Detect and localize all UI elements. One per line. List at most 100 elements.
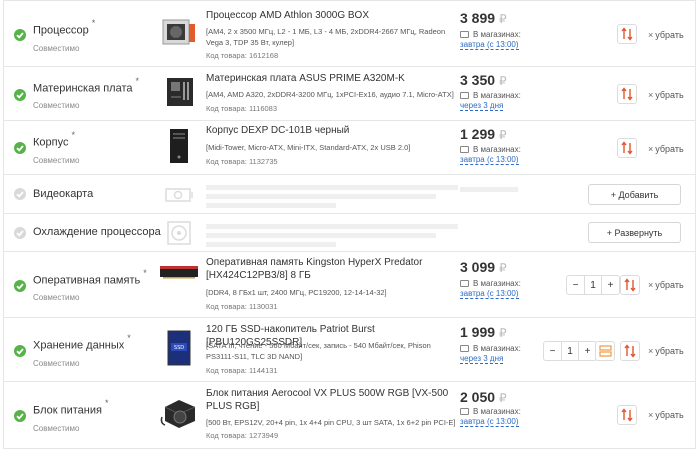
remove-button[interactable]: × убрать bbox=[648, 144, 684, 154]
availability-link[interactable]: через 3 дня bbox=[460, 354, 504, 364]
check-icon bbox=[14, 188, 26, 200]
component-row-cpu: Процессор* Совместимо Процессор AMD Athl… bbox=[3, 0, 696, 67]
remove-button[interactable]: × убрать bbox=[648, 90, 684, 100]
product-code: Код товара: 1130031 bbox=[206, 302, 278, 311]
ssd-icon[interactable]: SSD bbox=[158, 329, 200, 367]
price: 3 350 ₽ bbox=[460, 72, 507, 88]
price: 2 050 ₽ bbox=[460, 389, 507, 405]
increase-button[interactable]: + bbox=[579, 342, 596, 360]
product-name[interactable]: Блок питания Aerocool VX PLUS 500W RGB [… bbox=[206, 387, 458, 413]
product-spec: [Midi-Tower, Micro-ATX, Mini-ITX, Standa… bbox=[206, 143, 411, 152]
psu-icon[interactable] bbox=[158, 394, 200, 432]
store-availability: В магазинах: через 3 дня bbox=[460, 344, 521, 364]
close-icon: × bbox=[648, 280, 654, 290]
storage-toggle-icon bbox=[598, 345, 612, 357]
close-icon: × bbox=[648, 410, 654, 420]
swap-button[interactable] bbox=[620, 275, 640, 295]
category-label: Оперативная память* bbox=[33, 268, 147, 287]
availability-link[interactable]: завтра (с 13:00) bbox=[460, 155, 519, 165]
check-icon bbox=[14, 410, 26, 422]
close-icon: × bbox=[648, 144, 654, 154]
category-label: Корпус* bbox=[33, 130, 75, 149]
cpu-box-icon[interactable] bbox=[158, 13, 200, 51]
add-button[interactable]: + Добавить bbox=[588, 184, 681, 205]
product-spec: [SATA III, чтение - 560 Мбайт/сек, запис… bbox=[206, 341, 431, 361]
svg-text:SSD: SSD bbox=[174, 345, 184, 351]
placeholder-line bbox=[206, 224, 458, 229]
swap-arrows-icon bbox=[621, 27, 633, 41]
component-row-gpu: Видеокарта + Добавить bbox=[3, 175, 696, 214]
component-row-ram: Оперативная память* Совместимо Оперативн… bbox=[3, 252, 696, 318]
swap-button[interactable] bbox=[617, 138, 637, 158]
compat-status: Совместимо bbox=[33, 424, 80, 433]
component-row-psu: Блок питания* Совместимо Блок питания Ae… bbox=[3, 382, 696, 449]
category-label: Блок питания* bbox=[33, 398, 109, 417]
product-code: Код товара: 1144131 bbox=[206, 366, 278, 375]
remove-button[interactable]: × убрать bbox=[648, 346, 684, 356]
component-row-cooler: Охлаждение процессора + Развернуть bbox=[3, 214, 696, 252]
product-name[interactable]: Корпус DEXP DC-101B черный bbox=[206, 124, 458, 137]
storage-toggle-button[interactable] bbox=[595, 341, 615, 361]
product-name[interactable]: Материнская плата ASUS PRIME A320M-K bbox=[206, 72, 458, 85]
store-icon bbox=[460, 146, 469, 153]
price: 1 299 ₽ bbox=[460, 126, 507, 142]
compat-status: Совместимо bbox=[33, 156, 80, 165]
store-availability: В магазинах: через 3 дня bbox=[460, 91, 521, 111]
store-icon bbox=[460, 345, 469, 352]
availability-link[interactable]: через 3 дня bbox=[460, 101, 504, 111]
swap-arrows-icon bbox=[621, 408, 633, 422]
placeholder-line bbox=[206, 185, 458, 190]
category-label: Материнская плата* bbox=[33, 76, 140, 95]
product-name[interactable]: Процессор AMD Athlon 3000G BOX bbox=[206, 9, 458, 22]
component-row-case: Корпус* Совместимо Корпус DEXP DC-101B ч… bbox=[3, 121, 696, 175]
decrease-button[interactable]: − bbox=[544, 342, 561, 360]
ram-module-icon[interactable] bbox=[158, 253, 200, 291]
category-label: Процессор* bbox=[33, 18, 96, 37]
cooler-placeholder-icon bbox=[158, 214, 200, 252]
component-row-storage: Хранение данных* Совместимо SSD 120 ГБ S… bbox=[3, 318, 696, 382]
store-icon bbox=[460, 31, 469, 38]
store-icon bbox=[460, 280, 469, 287]
store-availability: В магазинах: завтра (с 13:00) bbox=[460, 145, 521, 165]
decrease-button[interactable]: − bbox=[567, 276, 584, 294]
category-label: Видеокарта bbox=[33, 188, 94, 200]
configurator-list: Процессор* Совместимо Процессор AMD Athl… bbox=[0, 0, 700, 449]
availability-link[interactable]: завтра (с 13:00) bbox=[460, 417, 519, 427]
pc-case-icon[interactable] bbox=[158, 127, 200, 165]
remove-button[interactable]: × убрать bbox=[648, 280, 684, 290]
placeholder-line bbox=[206, 203, 336, 208]
gpu-placeholder-icon bbox=[158, 176, 200, 214]
check-icon bbox=[14, 142, 26, 154]
product-name[interactable]: Оперативная память Kingston HyperX Preda… bbox=[206, 256, 458, 282]
swap-button[interactable] bbox=[617, 405, 637, 425]
close-icon: × bbox=[648, 346, 654, 356]
category-label: Охлаждение процессора bbox=[33, 226, 161, 238]
expand-button[interactable]: + Развернуть bbox=[588, 222, 681, 243]
compat-status: Совместимо bbox=[33, 293, 80, 302]
compat-status: Совместимо bbox=[33, 359, 80, 368]
swap-button[interactable] bbox=[620, 341, 640, 361]
motherboard-icon[interactable] bbox=[158, 73, 200, 111]
quantity-input[interactable]: 1 bbox=[584, 276, 602, 294]
check-icon bbox=[14, 227, 26, 239]
swap-arrows-icon bbox=[624, 344, 636, 358]
increase-button[interactable]: + bbox=[602, 276, 619, 294]
availability-link[interactable]: завтра (с 13:00) bbox=[460, 40, 519, 50]
check-icon bbox=[14, 280, 26, 292]
swap-button[interactable] bbox=[617, 24, 637, 44]
check-icon bbox=[14, 29, 26, 41]
compat-status: Совместимо bbox=[33, 44, 80, 53]
store-availability: В магазинах: завтра (с 13:00) bbox=[460, 30, 521, 50]
swap-button[interactable] bbox=[617, 84, 637, 104]
remove-button[interactable]: × убрать bbox=[648, 410, 684, 420]
price: 3 099 ₽ bbox=[460, 259, 507, 275]
availability-link[interactable]: завтра (с 13:00) bbox=[460, 289, 519, 299]
close-icon: × bbox=[648, 30, 654, 40]
close-icon: × bbox=[648, 90, 654, 100]
placeholder-line bbox=[206, 233, 436, 238]
product-spec: [AM4, 2 x 3500 МГц, L2 - 1 МБ, L3 - 4 МБ… bbox=[206, 27, 446, 47]
quantity-input[interactable]: 1 bbox=[561, 342, 579, 360]
remove-button[interactable]: × убрать bbox=[648, 30, 684, 40]
product-code: Код товара: 1273949 bbox=[206, 431, 279, 440]
price: 1 999 ₽ bbox=[460, 324, 507, 340]
